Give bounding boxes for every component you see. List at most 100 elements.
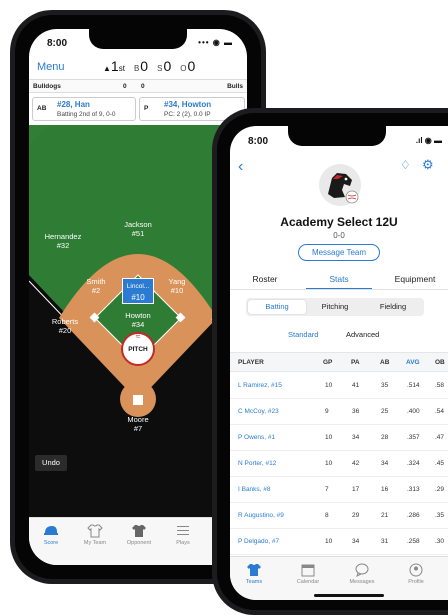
tab-label: Messages xyxy=(349,579,375,585)
cell-gp: 9 xyxy=(325,408,329,415)
signal-wifi-battery-icon: .ıl ◉ ▬ xyxy=(415,136,442,145)
menu-button[interactable]: Menu xyxy=(37,61,65,73)
cell-ab: 21 xyxy=(381,512,389,519)
cell-ab: 34 xyxy=(381,460,389,467)
tab-label: Opponent xyxy=(126,540,152,546)
cell-player[interactable]: R Augustino, #9 xyxy=(238,512,284,519)
message-team-button[interactable]: Message Team xyxy=(298,244,380,261)
cell-avg: .313 xyxy=(407,486,420,493)
undo-button[interactable]: Undo xyxy=(35,455,67,471)
cell-ob: .47 xyxy=(435,434,445,441)
team-logo xyxy=(319,164,361,206)
outs-label: O xyxy=(180,64,187,73)
tab-equipment[interactable]: Equipment xyxy=(380,274,448,284)
jersey-filled-icon xyxy=(232,563,276,577)
tab-label: Profile xyxy=(408,579,424,585)
tab-profile[interactable]: Profile xyxy=(394,563,438,585)
home-team: Bulls xyxy=(227,83,243,90)
cell-pa: 34 xyxy=(352,538,360,545)
cell-avg: .514 xyxy=(407,382,420,389)
cell-ob: .30 xyxy=(435,538,445,545)
cell-avg: .357 xyxy=(407,434,420,441)
cell-player[interactable]: L Ramirez, #15 xyxy=(238,382,282,389)
baseball-icon: ≈ xyxy=(135,332,141,341)
team-tabs: Roster Stats Equipment xyxy=(230,268,448,290)
cell-player[interactable]: P Delgado, #7 xyxy=(238,538,279,545)
segment-fielding[interactable]: Fielding xyxy=(364,300,422,314)
cell-ob: .29 xyxy=(435,486,445,493)
table-row[interactable]: I Banks, #8 7 17 16 .313 .29 xyxy=(230,477,448,503)
table-row[interactable]: L Ramirez, #15 10 41 35 .514 .58 xyxy=(230,373,448,399)
pitcher-tag: P xyxy=(144,105,149,112)
away-runs: 0 xyxy=(123,83,127,90)
matchup-bar: AB #28, Han Batting 2nd of 9, 0-0 P #34,… xyxy=(29,95,247,123)
batter-info: Batting 2nd of 9, 0-0 xyxy=(57,111,116,118)
col-pa[interactable]: PA xyxy=(351,359,360,366)
player-third-base[interactable]: Roberts #20 xyxy=(37,317,93,335)
signal-wifi-battery-icon: ••• ◉ ▬ xyxy=(198,38,233,47)
table-row[interactable]: C McCoy, #23 9 36 25 .400 .54 xyxy=(230,399,448,425)
segment-batting[interactable]: Batting xyxy=(248,300,306,314)
cell-pa: 34 xyxy=(352,434,360,441)
col-ab[interactable]: AB xyxy=(380,359,389,366)
tab-plays[interactable]: Plays xyxy=(161,524,205,546)
team-name: Academy Select 12U xyxy=(280,215,398,229)
tab-score[interactable]: Score xyxy=(29,524,73,546)
table-row[interactable]: P Owens, #1 10 34 28 .357 .47 xyxy=(230,425,448,451)
player-name: Jackson xyxy=(124,220,152,229)
calendar-icon xyxy=(286,563,330,577)
mode-advanced[interactable]: Advanced xyxy=(346,330,379,339)
tab-label: My Team xyxy=(83,540,107,546)
cell-player[interactable]: N Porter, #12 xyxy=(238,460,276,467)
strikes-count: 0 xyxy=(163,58,172,74)
player-center-field[interactable]: Jackson #51 xyxy=(110,220,166,238)
cell-ab: 25 xyxy=(381,408,389,415)
col-gp[interactable]: GP xyxy=(323,359,332,366)
player-pitcher[interactable]: Howton #34 xyxy=(110,311,166,329)
player-left-field[interactable]: Hernandez #32 xyxy=(35,232,91,250)
tab-opponent[interactable]: Opponent xyxy=(117,524,161,546)
tab-teams[interactable]: Teams xyxy=(232,563,276,585)
tab-my-team[interactable]: My Team xyxy=(73,524,117,546)
cell-player[interactable]: P Owens, #1 xyxy=(238,434,275,441)
inning-arrow-icon: ▲ xyxy=(103,64,111,73)
player-catcher[interactable]: Moore #7 xyxy=(110,415,166,433)
batter-card[interactable]: AB #28, Han Batting 2nd of 9, 0-0 xyxy=(32,97,136,121)
status-time: 8:00 xyxy=(248,136,269,147)
balls-label: B xyxy=(133,64,140,73)
stats-table-body: L Ramirez, #15 10 41 35 .514 .58 C McCoy… xyxy=(230,373,448,555)
col-ob[interactable]: OB xyxy=(435,359,445,366)
col-player[interactable]: PLAYER xyxy=(238,359,264,366)
player-number: #7 xyxy=(133,424,143,433)
gear-icon[interactable]: ⚙ xyxy=(422,157,434,173)
baseball-cap-icon xyxy=(29,524,73,538)
player-shortstop[interactable]: Smith #2 xyxy=(68,277,124,295)
cell-ob: .35 xyxy=(435,512,445,519)
tab-calendar[interactable]: Calendar xyxy=(286,563,330,585)
game-header: Menu ▲1st B0 S0 O0 xyxy=(29,57,247,79)
col-avg[interactable]: AVG xyxy=(406,359,420,366)
pitch-button[interactable]: ≈ PITCH xyxy=(121,332,155,366)
away-team: Bulldogs xyxy=(33,83,61,90)
cell-gp: 10 xyxy=(325,382,333,389)
cell-player[interactable]: C McCoy, #23 xyxy=(238,408,279,415)
table-row[interactable]: N Porter, #12 10 42 34 .324 .45 xyxy=(230,451,448,477)
tab-stats[interactable]: Stats xyxy=(304,274,374,284)
bell-icon[interactable]: ♢ xyxy=(400,158,411,172)
tab-messages[interactable]: Messages xyxy=(340,563,384,585)
back-chevron-icon[interactable]: ‹ xyxy=(238,158,243,176)
mode-standard[interactable]: Standard xyxy=(288,330,318,339)
player-number: #10 xyxy=(170,286,184,295)
table-row[interactable]: R Augustino, #9 8 29 21 .286 .35 xyxy=(230,503,448,529)
cell-avg: .258 xyxy=(407,538,420,545)
cell-player[interactable]: I Banks, #8 xyxy=(238,486,271,493)
player-number: #20 xyxy=(58,326,72,335)
player-name: Yang xyxy=(168,277,186,286)
stats-table-header: PLAYER GP PA AB AVG OB xyxy=(230,352,448,372)
phone-notch xyxy=(288,126,386,146)
tab-roster[interactable]: Roster xyxy=(230,274,300,284)
table-row[interactable]: P Delgado, #7 10 34 31 .258 .30 xyxy=(230,529,448,555)
player-selected-badge[interactable]: Lincol... #10 xyxy=(122,278,154,304)
player-second-base[interactable]: Yang #10 xyxy=(149,277,205,295)
segment-pitching[interactable]: Pitching xyxy=(306,300,364,314)
